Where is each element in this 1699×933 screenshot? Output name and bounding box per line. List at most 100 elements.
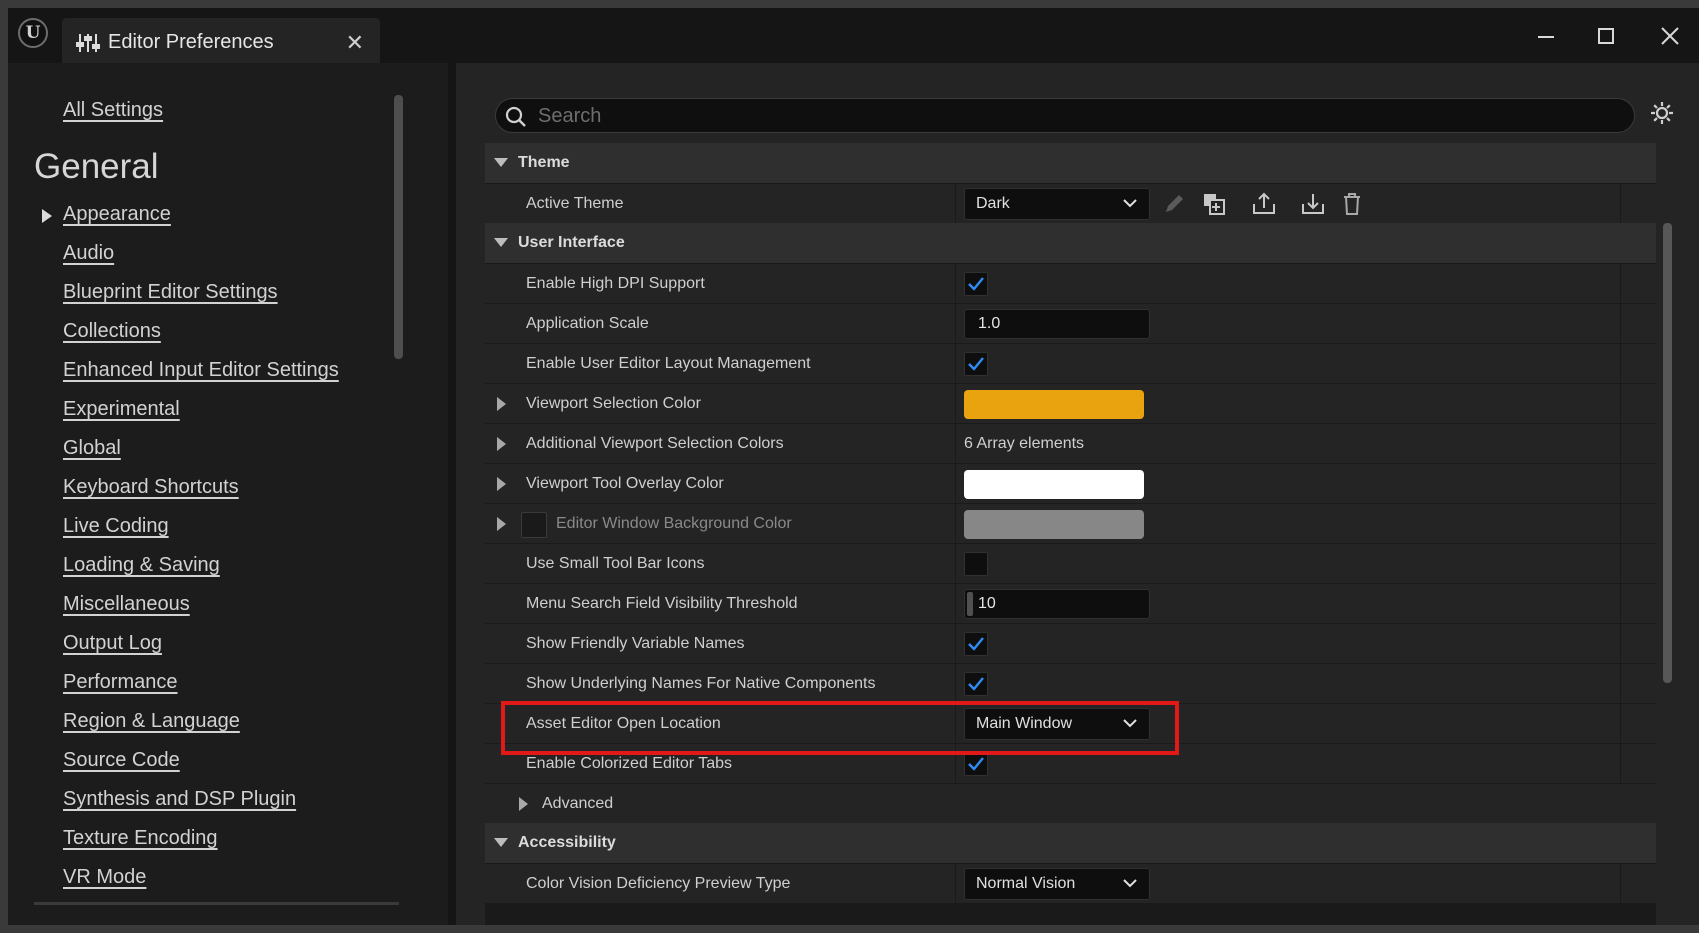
checkmark-icon <box>968 637 984 651</box>
sidebar-item-appearance[interactable]: Appearance <box>42 203 339 242</box>
override-checkbox[interactable] <box>521 512 547 538</box>
tab-editor-preferences[interactable]: Editor Preferences ✕ <box>62 18 380 67</box>
layout-management-checkbox[interactable] <box>964 352 988 376</box>
delete-trash-icon[interactable] <box>1338 190 1366 218</box>
row-color-vision-deficiency: Color Vision Deficiency Preview Type Nor… <box>485 863 1656 904</box>
preferences-content: All Settings General Appearance Audio Bl… <box>8 63 1699 925</box>
close-button[interactable] <box>1650 18 1690 54</box>
search-input[interactable] <box>536 102 1620 130</box>
row-layout-management: Enable User Editor Layout Management <box>485 343 1656 384</box>
duplicate-icon[interactable] <box>1200 190 1228 218</box>
category-accessibility[interactable]: Accessibility <box>485 823 1656 863</box>
underlying-names-checkbox[interactable] <box>964 672 988 696</box>
import-icon[interactable] <box>1299 190 1327 218</box>
sidebar-item-region-language[interactable]: Region & Language <box>63 710 339 749</box>
friendly-names-checkbox[interactable] <box>964 632 988 656</box>
small-toolbar-icons-checkbox[interactable] <box>964 552 988 576</box>
sidebar-item-collections[interactable]: Collections <box>63 320 339 359</box>
minimize-button[interactable] <box>1526 18 1566 54</box>
row-active-theme: Active Theme Dark <box>485 183 1656 224</box>
collapse-arrow-icon[interactable] <box>494 158 508 167</box>
category-user-interface[interactable]: User Interface <box>485 223 1656 263</box>
window-background-color-swatch[interactable] <box>964 510 1144 539</box>
title-bar: U Editor Preferences ✕ <box>8 8 1699 67</box>
expand-arrow-icon[interactable] <box>497 477 506 491</box>
details-scrollbar[interactable] <box>1663 223 1672 683</box>
application-scale-field[interactable]: 1.0 <box>964 309 1150 339</box>
array-count-text: 6 Array elements <box>964 435 1085 452</box>
maximize-icon <box>1598 28 1614 44</box>
sidebar-item-output-log[interactable]: Output Log <box>63 632 339 671</box>
sidebar-item-global[interactable]: Global <box>63 437 339 476</box>
sidebar-item-loading-saving[interactable]: Loading & Saving <box>63 554 339 593</box>
active-theme-dropdown[interactable]: Dark <box>964 188 1150 220</box>
property-label: Show Underlying Names For Native Compone… <box>526 675 876 692</box>
edit-pencil-icon[interactable] <box>1160 190 1188 218</box>
checkmark-icon <box>968 357 984 371</box>
chevron-down-icon <box>1123 719 1137 728</box>
panel-splitter[interactable] <box>448 63 456 925</box>
sidebar-item-blueprint-editor-settings[interactable]: Blueprint Editor Settings <box>63 281 339 320</box>
unreal-logo-icon: U <box>18 18 48 48</box>
property-label: Viewport Selection Color <box>526 395 701 412</box>
row-additional-selection-colors: Additional Viewport Selection Colors 6 A… <box>485 423 1656 464</box>
row-underlying-names: Show Underlying Names For Native Compone… <box>485 663 1656 704</box>
collapse-arrow-icon[interactable] <box>494 838 508 847</box>
color-vision-dropdown[interactable]: Normal Vision <box>964 868 1150 900</box>
property-label: Editor Window Background Color <box>556 515 792 532</box>
asset-editor-location-dropdown[interactable]: Main Window <box>964 708 1150 740</box>
property-label: Color Vision Deficiency Preview Type <box>526 875 791 892</box>
advanced-label: Advanced <box>542 795 614 812</box>
sidebar-item-audio[interactable]: Audio <box>63 242 339 281</box>
property-label: Enable Colorized Editor Tabs <box>526 755 733 772</box>
sidebar-item-keyboard-shortcuts[interactable]: Keyboard Shortcuts <box>63 476 339 515</box>
settings-nav-list: Appearance Audio Blueprint Editor Settin… <box>42 203 339 905</box>
section-title-general: General <box>34 147 159 186</box>
property-label: Viewport Tool Overlay Color <box>526 475 724 492</box>
sidebar-item-miscellaneous[interactable]: Miscellaneous <box>63 593 339 632</box>
category-theme[interactable]: Theme <box>485 143 1656 183</box>
export-icon[interactable] <box>1250 190 1278 218</box>
property-label: Menu Search Field Visibility Threshold <box>526 595 798 612</box>
row-asset-editor-open-location: Asset Editor Open Location Main Window <box>485 703 1656 744</box>
sidebar-scrollbar[interactable] <box>394 95 403 359</box>
row-advanced[interactable]: Advanced <box>485 783 1656 823</box>
settings-sidebar: All Settings General Appearance Audio Bl… <box>8 63 448 925</box>
sidebar-item-live-coding[interactable]: Live Coding <box>63 515 339 554</box>
row-window-background-color: Editor Window Background Color <box>485 503 1656 544</box>
sidebar-item-source-code[interactable]: Source Code <box>63 749 339 788</box>
property-label: Asset Editor Open Location <box>526 715 721 732</box>
tool-overlay-color-swatch[interactable] <box>964 470 1144 499</box>
sidebar-item-enhanced-input-editor-settings[interactable]: Enhanced Input Editor Settings <box>63 359 339 398</box>
high-dpi-checkbox[interactable] <box>964 272 988 296</box>
expand-arrow-icon[interactable] <box>497 397 506 411</box>
tab-close-icon[interactable]: ✕ <box>346 30 364 56</box>
row-menu-search-threshold: Menu Search Field Visibility Threshold 1… <box>485 583 1656 624</box>
checkmark-icon <box>968 757 984 771</box>
collapse-arrow-icon[interactable] <box>494 238 508 247</box>
close-icon <box>1661 27 1679 45</box>
sidebar-item-vr-mode[interactable]: VR Mode <box>63 866 339 905</box>
sidebar-horizontal-scrollbar[interactable] <box>34 902 399 905</box>
expand-arrow-icon[interactable] <box>519 797 528 811</box>
editor-preferences-window: U Editor Preferences ✕ All Settings Gene… <box>8 8 1699 925</box>
slider-fill <box>967 592 973 616</box>
viewport-selection-color-swatch[interactable] <box>964 390 1144 419</box>
expand-arrow-icon[interactable] <box>497 517 506 531</box>
property-label: Active Theme <box>526 195 624 212</box>
expand-arrow-icon[interactable] <box>42 209 52 223</box>
colorized-tabs-checkbox[interactable] <box>964 752 988 776</box>
all-settings-link[interactable]: All Settings <box>63 99 163 122</box>
maximize-button[interactable] <box>1586 18 1626 54</box>
property-label: Application Scale <box>526 315 649 332</box>
expand-arrow-icon[interactable] <box>497 437 506 451</box>
menu-search-threshold-field[interactable]: 10 <box>964 589 1150 619</box>
sidebar-item-experimental[interactable]: Experimental <box>63 398 339 437</box>
sidebar-item-texture-encoding[interactable]: Texture Encoding <box>63 827 339 866</box>
sidebar-item-synthesis-dsp-plugin[interactable]: Synthesis and DSP Plugin <box>63 788 339 827</box>
details-panel: Theme Active Theme Dark User Interface E… <box>485 143 1656 925</box>
property-label: Enable High DPI Support <box>526 275 705 292</box>
sidebar-item-performance[interactable]: Performance <box>63 671 339 710</box>
gear-icon[interactable] <box>1648 99 1676 127</box>
property-label: Enable User Editor Layout Management <box>526 355 811 372</box>
